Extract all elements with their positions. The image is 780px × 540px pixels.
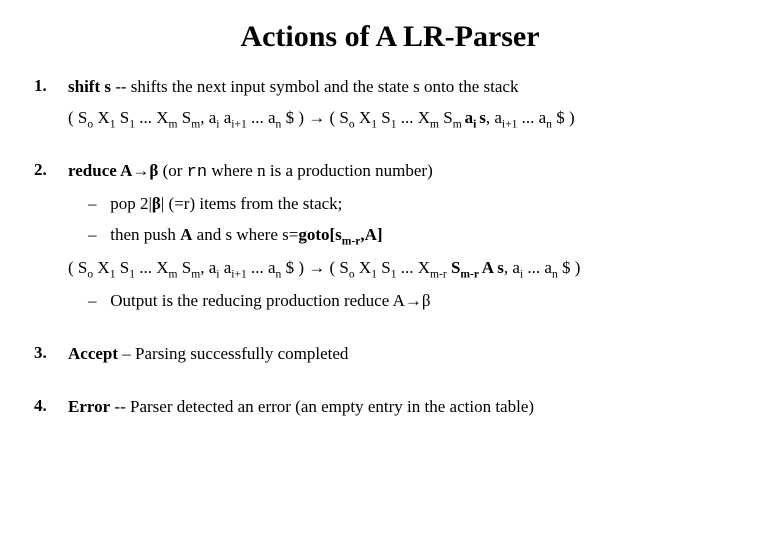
item-accept: 3. Accept – Parsing successfully complet… (34, 343, 746, 374)
item-body: reduce A→β (or rn where n is a productio… (68, 160, 746, 321)
reduce-output: – Output is the reducing production redu… (88, 290, 746, 313)
slide: Actions of A LR-Parser 1. shift s -- shi… (0, 0, 780, 458)
action-list: 1. shift s -- shifts the next input symb… (34, 76, 746, 426)
accept-text: Accept – Parsing successfully completed (68, 343, 746, 366)
dash-icon: – (88, 224, 106, 247)
page-title: Actions of A LR-Parser (34, 20, 746, 54)
item-error: 4. Error -- Parser detected an error (an… (34, 396, 746, 427)
item-body: shift s -- shifts the next input symbol … (68, 76, 746, 138)
item-number: 4. (34, 396, 68, 427)
item-reduce: 2. reduce A→β (or rn where n is a produc… (34, 160, 746, 321)
dash-icon: – (88, 193, 106, 216)
reduce-pop: – pop 2|β| (=r) items from the stack; (88, 193, 746, 216)
item-body: Error -- Parser detected an error (an em… (68, 396, 746, 427)
shift-stack-transition: ( So X1 S1 ... Xm Sm, ai ai+1 ... an $ )… (68, 107, 746, 130)
item-body: Accept – Parsing successfully completed (68, 343, 746, 374)
item-number: 3. (34, 343, 68, 374)
dash-icon: – (88, 290, 106, 313)
arrow-icon: → (308, 258, 325, 277)
item-number: 2. (34, 160, 68, 321)
reduce-description: reduce A→β (or rn where n is a productio… (68, 160, 746, 185)
reduce-push: – then push A and s where s=goto[sm-r,A] (88, 224, 746, 247)
item-shift: 1. shift s -- shifts the next input symb… (34, 76, 746, 138)
error-text: Error -- Parser detected an error (an em… (68, 396, 746, 419)
shift-description: shift s -- shifts the next input symbol … (68, 76, 746, 99)
reduce-stack-transition: ( So X1 S1 ... Xm Sm, ai ai+1 ... an $ )… (68, 257, 746, 280)
arrow-icon: → (308, 108, 325, 127)
item-number: 1. (34, 76, 68, 138)
